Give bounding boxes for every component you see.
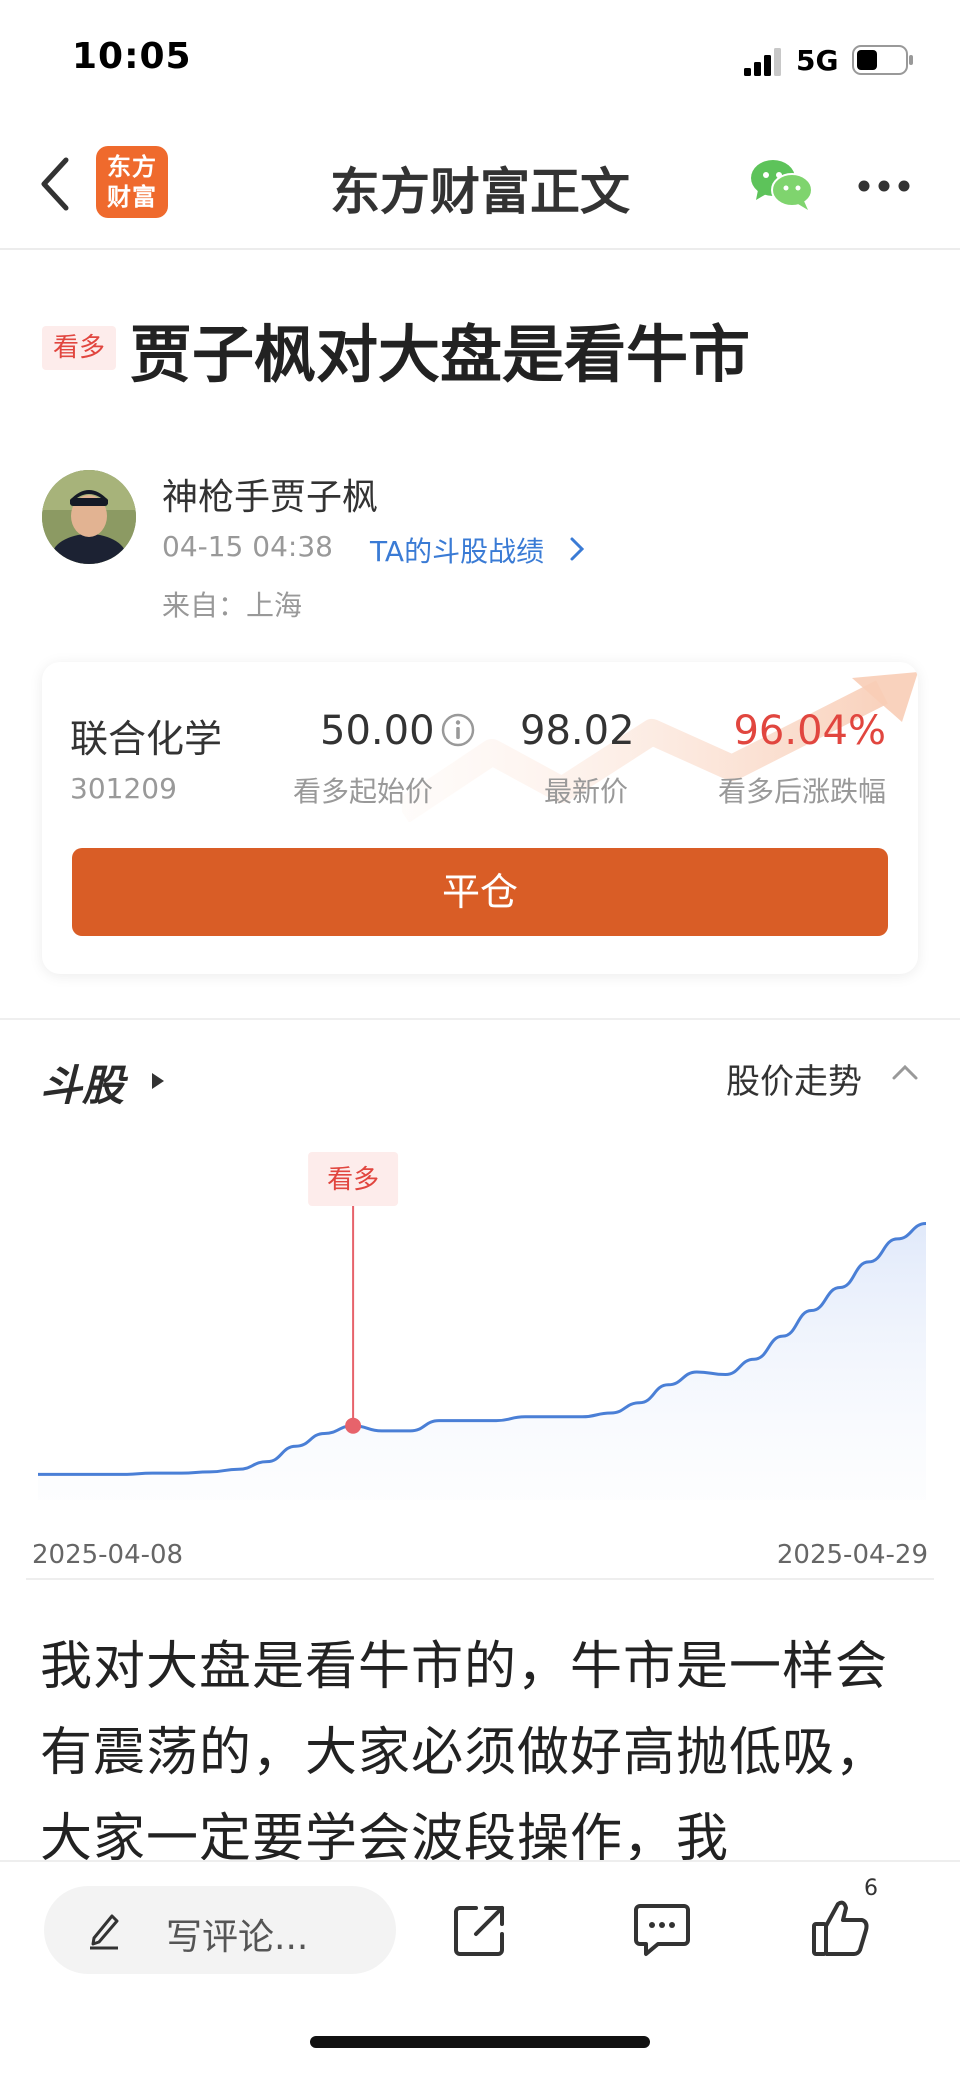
pen-icon	[90, 1914, 119, 1950]
x-axis-end-label: 2025-04-29	[776, 1540, 928, 1570]
chevron-right-icon[interactable]	[568, 535, 586, 563]
share-icon[interactable]	[452, 1902, 508, 1958]
battery-icon	[852, 45, 913, 75]
stock-name: 联合化学	[70, 717, 223, 761]
home-indicator	[310, 2036, 650, 2048]
network-label: 5G	[796, 44, 839, 77]
status-bar: 10:05 5G	[0, 0, 960, 120]
stock-code: 301209	[70, 772, 177, 805]
chart-divider	[26, 1578, 934, 1580]
price-trend-label[interactable]: 股价走势	[726, 1054, 862, 1103]
avatar-photo	[42, 470, 136, 564]
post-time: 04-15 04:38	[162, 530, 333, 563]
bullish-marker-label: 看多	[327, 1165, 379, 1195]
nav-bar: 东方 财富 东方财富正文	[0, 120, 960, 250]
x-axis-start-label: 2025-04-08	[32, 1540, 184, 1570]
bullish-marker-dot	[345, 1417, 362, 1434]
close-position-button[interactable]: 平仓	[72, 848, 888, 936]
comment-icon[interactable]	[632, 1902, 692, 1958]
section-divider	[0, 1018, 960, 1020]
post-origin: 来自：上海	[162, 589, 303, 622]
price-trend-chart: 看多	[37, 1152, 927, 1500]
doug-logo[interactable]: 斗股	[40, 1052, 124, 1113]
page-title: 东方财富正文	[330, 163, 630, 221]
chevron-up-icon[interactable]	[890, 1062, 920, 1082]
play-triangle-icon[interactable]	[150, 1070, 166, 1092]
wechat-share-icon[interactable]	[748, 156, 814, 212]
latest-price-label: 最新价	[544, 775, 629, 808]
change-percent-label: 看多后涨跌幅	[717, 775, 886, 808]
price-area	[38, 1223, 926, 1500]
bullish-tag: 看多	[42, 326, 116, 370]
like-count: 6	[864, 1876, 878, 1901]
stock-card[interactable]: 联合化学 301209 50.00 看多起始价 98.02 最新价 96.04%…	[42, 662, 918, 974]
change-percent: 96.04%	[733, 708, 886, 754]
article-body: 我对大盘是看牛市的，牛市是一样会有震荡的，大家必须做好高抛低吸，大家一定要学会波…	[40, 1637, 889, 1869]
bottom-action-bar: 写评论... 6	[0, 1860, 960, 2079]
more-options-icon[interactable]	[856, 178, 912, 194]
battle-record-link[interactable]: TA的斗股战绩	[370, 530, 544, 570]
start-price: 50.00	[320, 708, 435, 754]
latest-price: 98.02	[520, 708, 635, 754]
article-title: 贾子枫对大盘是看牛市	[130, 318, 751, 391]
comment-input[interactable]: 写评论...	[44, 1886, 396, 1974]
status-time: 10:05	[72, 36, 192, 77]
comment-placeholder: 写评论...	[166, 1917, 309, 1958]
start-price-label: 看多起始价	[292, 775, 433, 808]
author-name[interactable]: 神枪手贾子枫	[162, 468, 378, 520]
thumbs-up-icon[interactable]	[810, 1896, 874, 1960]
info-icon[interactable]	[440, 712, 476, 748]
author-avatar[interactable]	[42, 470, 136, 564]
signal-icon	[744, 48, 781, 76]
